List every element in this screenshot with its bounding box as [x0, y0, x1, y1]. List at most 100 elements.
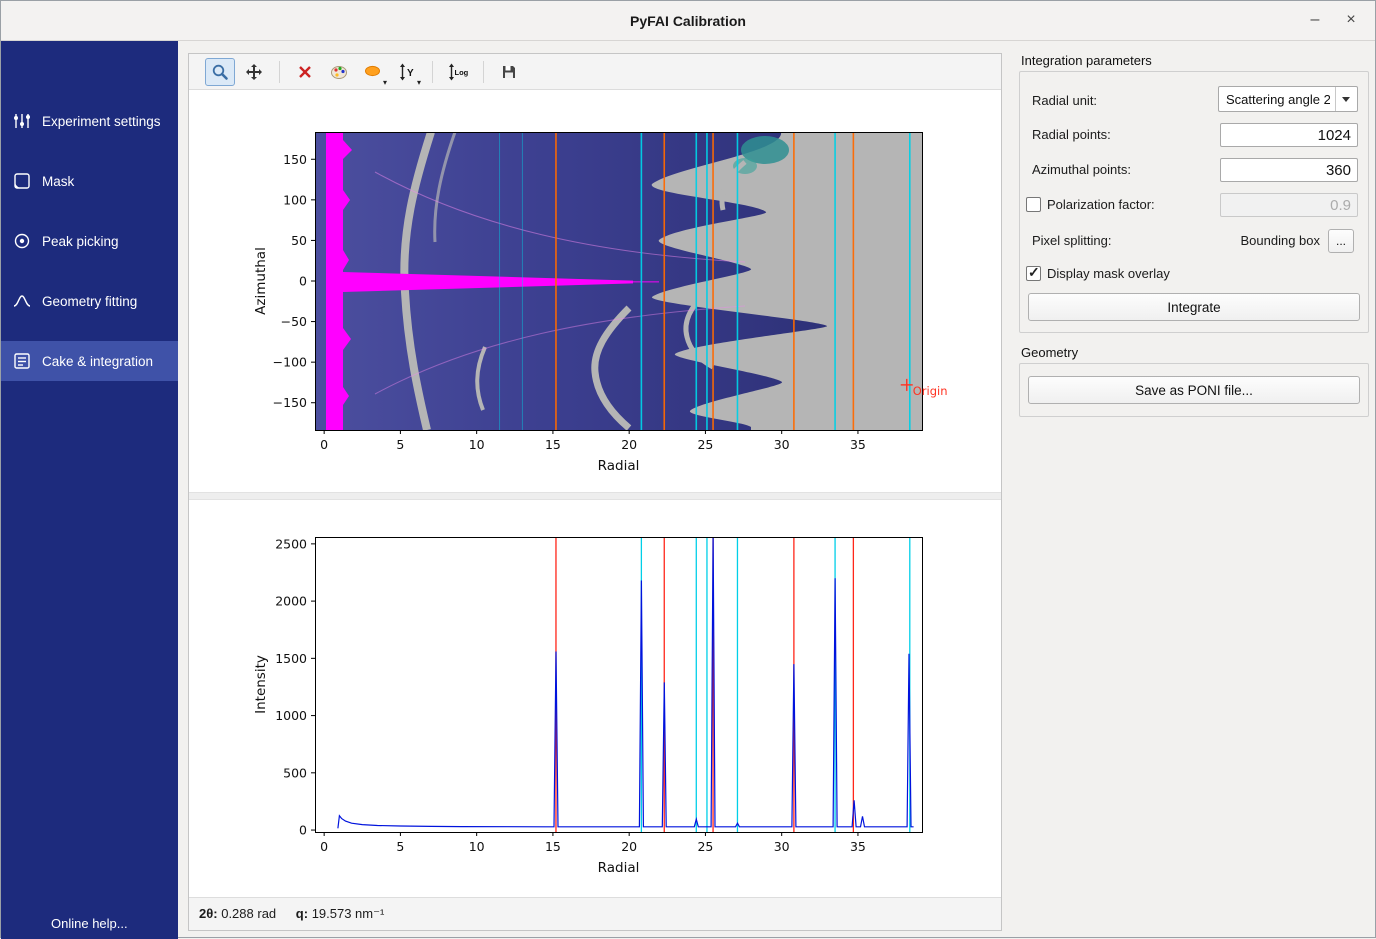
mask-overlay-label: Display mask overlay: [1047, 261, 1170, 287]
svg-text:20: 20: [621, 839, 637, 854]
svg-text:Azimuthal: Azimuthal: [253, 247, 269, 315]
zoom-mode-button[interactable]: [205, 58, 235, 86]
svg-text:150: 150: [283, 152, 307, 167]
geometry-group: Save as PONI file...: [1019, 363, 1369, 417]
svg-text:2000: 2000: [275, 594, 307, 609]
integration-plot-canvas[interactable]: [315, 532, 922, 832]
svg-text:30: 30: [774, 437, 790, 452]
y-axis-icon: Y: [398, 63, 416, 81]
svg-text:−100: −100: [273, 355, 307, 370]
cake-icon: [12, 351, 32, 371]
plot-status-bar: 2θ: 0.288 rad q: 19.573 nm⁻¹: [189, 897, 1001, 930]
crosshair-button[interactable]: [290, 58, 320, 86]
mask-ellipse-icon: [364, 63, 382, 81]
q-label: q:: [296, 906, 308, 921]
geometry-title: Geometry: [1021, 345, 1078, 360]
polarization-checkbox[interactable]: [1026, 197, 1041, 212]
polarization-input: [1220, 193, 1358, 217]
pixel-splitting-more-button[interactable]: ...: [1328, 229, 1354, 253]
sidebar-item-mask[interactable]: Mask: [1, 161, 178, 201]
svg-text:15: 15: [545, 437, 561, 452]
palette-icon: [330, 63, 348, 81]
svg-text:Intensity: Intensity: [253, 655, 269, 714]
polarization-label: Polarization factor:: [1047, 192, 1155, 218]
sidebar-item-geometry-fitting[interactable]: Geometry fitting: [1, 281, 178, 321]
settings-panel: Integration parameters Radial unit: Scat…: [1011, 41, 1371, 939]
svg-text:Origin: Origin: [913, 384, 948, 398]
sidebar-item-label: Cake & integration: [42, 354, 153, 369]
sidebar: Experiment settings Mask Peak picking Ge…: [1, 41, 178, 939]
save-button[interactable]: [494, 58, 524, 86]
svg-text:15: 15: [545, 839, 561, 854]
y-axis-orientation-button[interactable]: Y ▾: [392, 58, 422, 86]
save-icon: [500, 63, 518, 81]
svg-text:25: 25: [697, 839, 713, 854]
cake-plot-canvas[interactable]: [315, 132, 922, 430]
toolbar-separator: [279, 61, 280, 83]
radial-points-input[interactable]: [1220, 123, 1358, 147]
cake-plot-axes: 05101520253035150100500−50−100−150Radial…: [189, 90, 1001, 492]
chevron-down-icon: ▾: [383, 78, 387, 87]
sidebar-item-label: Peak picking: [42, 234, 119, 249]
azimuthal-points-label: Azimuthal points:: [1032, 157, 1131, 183]
log-scale-icon: Log: [448, 63, 468, 81]
svg-text:0: 0: [299, 274, 307, 289]
mask-tools-button[interactable]: ▾: [358, 58, 388, 86]
radial-points-label: Radial points:: [1032, 122, 1111, 148]
radial-unit-select[interactable]: Scattering angle 2θ: [1218, 86, 1358, 112]
save-poni-button[interactable]: Save as PONI file...: [1028, 376, 1360, 404]
chevron-down-icon: [1335, 87, 1357, 111]
sidebar-item-cake-integration[interactable]: Cake & integration: [1, 341, 178, 381]
svg-text:−50: −50: [281, 314, 307, 329]
svg-text:30: 30: [774, 839, 790, 854]
svg-text:50: 50: [291, 233, 307, 248]
online-help-link[interactable]: Online help...: [51, 916, 128, 931]
svg-text:20: 20: [621, 437, 637, 452]
chevron-down-icon: ▾: [417, 78, 421, 87]
curve-icon: [12, 291, 32, 311]
pixel-splitting-value: Bounding box: [1240, 228, 1320, 254]
svg-text:5: 5: [396, 437, 404, 452]
colormap-button[interactable]: [324, 58, 354, 86]
svg-text:0: 0: [299, 823, 307, 838]
azimuthal-points-input[interactable]: [1220, 158, 1358, 182]
title-bar: PyFAI Calibration – ×: [1, 1, 1375, 41]
svg-text:Radial: Radial: [598, 860, 640, 876]
svg-text:1000: 1000: [275, 708, 307, 723]
svg-text:35: 35: [850, 437, 866, 452]
close-button[interactable]: ×: [1335, 1, 1367, 41]
two-theta-label: 2θ:: [199, 906, 218, 921]
window-title: PyFAI Calibration: [1, 1, 1375, 41]
red-cross-icon: [296, 63, 314, 81]
sidebar-item-peak-picking[interactable]: Peak picking: [1, 221, 178, 261]
q-value: 19.573 nm⁻¹: [312, 906, 385, 921]
svg-text:10: 10: [469, 437, 485, 452]
cake-figure: 05101520253035150100500−50−100−150Radial…: [189, 90, 1001, 492]
integration-plot-axes: 0510152025303505001000150020002500Radial…: [189, 500, 1001, 898]
svg-text:−150: −150: [273, 395, 307, 410]
zoom-icon: [211, 63, 229, 81]
svg-text:Radial: Radial: [598, 458, 640, 474]
integration-parameters-group: Radial unit: Scattering angle 2θ Radial …: [1019, 71, 1369, 333]
log-glyph: Log: [455, 68, 469, 77]
sidebar-item-label: Experiment settings: [42, 114, 161, 129]
minimize-button[interactable]: –: [1299, 1, 1331, 41]
sidebar-item-experiment-settings[interactable]: Experiment settings: [1, 101, 178, 141]
integration-parameters-title: Integration parameters: [1021, 53, 1152, 68]
plot-toolbar: ▾ Y ▾ Log: [189, 54, 1001, 90]
svg-text:100: 100: [283, 192, 307, 207]
toolbar-separator: [483, 61, 484, 83]
pixel-splitting-label: Pixel splitting:: [1032, 228, 1111, 254]
y-glyph: Y: [407, 68, 414, 79]
mask-overlay-checkbox[interactable]: [1026, 266, 1041, 281]
integrate-button[interactable]: Integrate: [1028, 293, 1360, 321]
svg-text:25: 25: [697, 437, 713, 452]
pan-button[interactable]: [239, 58, 269, 86]
plot-panel: ▾ Y ▾ Log: [188, 53, 1002, 931]
target-icon: [12, 231, 32, 251]
two-theta-value: 0.288 rad: [221, 906, 276, 921]
radial-unit-value: Scattering angle 2θ: [1226, 92, 1330, 107]
splitter-handle[interactable]: [189, 492, 1001, 500]
log-scale-button[interactable]: Log: [443, 58, 473, 86]
radial-unit-label: Radial unit:: [1032, 88, 1097, 114]
